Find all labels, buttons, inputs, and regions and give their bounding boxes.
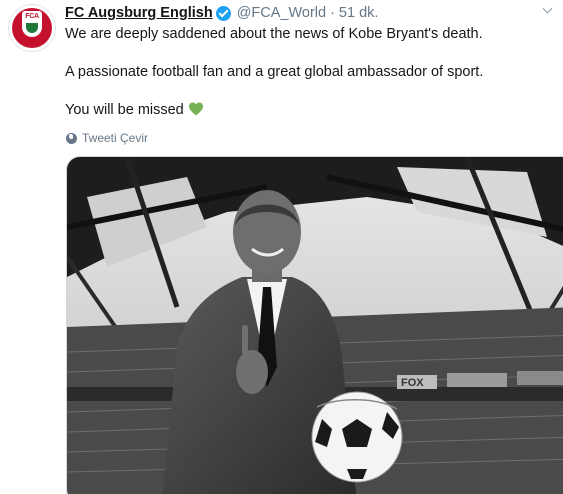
tweet-card[interactable]: FCA FC Augsburg English @FCA_World · 51 … — [0, 0, 563, 494]
translate-label: Tweeti Çevir — [82, 131, 149, 145]
tweet-text: We are deeply saddened about the news of… — [65, 25, 545, 139]
tweet-paragraph-text: You will be missed — [65, 102, 184, 118]
user-handle[interactable]: @FCA_World — [237, 5, 326, 21]
tweet-paragraph-last: You will be missed — [65, 101, 545, 119]
verified-badge-icon — [215, 5, 231, 21]
tweet-paragraph: A passionate football fan and a great gl… — [65, 64, 484, 80]
tweet-header: FC Augsburg English @FCA_World · 51 dk. — [65, 4, 378, 22]
translate-tweet-link[interactable]: Tweeti Çevir — [66, 131, 148, 145]
avatar[interactable]: FCA — [8, 4, 56, 52]
display-name-link[interactable]: FC Augsburg English — [65, 5, 213, 21]
timestamp-link[interactable]: 51 dk. — [339, 5, 379, 21]
globe-icon — [66, 132, 77, 144]
club-crest-logo: FCA — [22, 11, 42, 37]
photo-illustration: FOX — [67, 157, 563, 494]
tweet-photo[interactable]: FOX — [66, 156, 563, 494]
chevron-down-icon[interactable] — [539, 2, 557, 20]
crest-band — [26, 23, 38, 33]
green-heart-icon — [188, 102, 203, 116]
tweet-paragraph: We are deeply saddened about the news of… — [65, 26, 483, 42]
stadium-sign-text: FOX — [401, 377, 424, 389]
separator-dot: · — [330, 5, 335, 21]
crest-text: FCA — [25, 13, 39, 20]
